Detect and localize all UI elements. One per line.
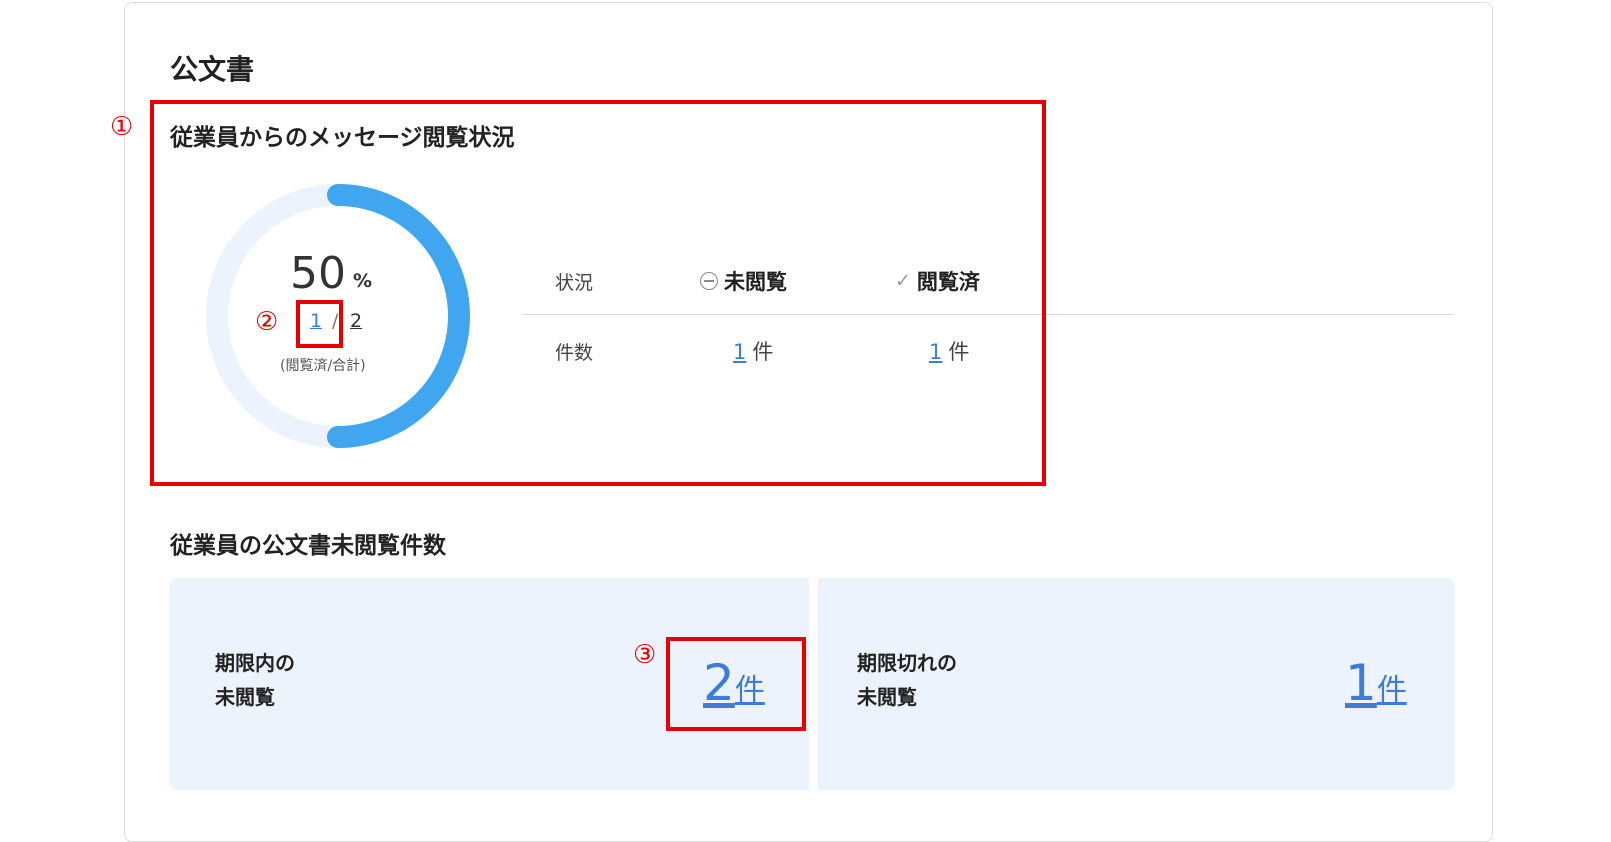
overdue-unit[interactable]: 件	[1377, 673, 1407, 708]
within-deadline-label: 期限内の 未閲覧	[215, 646, 295, 714]
within-deadline-label-line2: 未閲覧	[215, 685, 275, 709]
annotation-marker-3: ③	[633, 640, 657, 670]
overdue-count-link[interactable]: 1件	[1345, 654, 1407, 712]
overdue-label-line1: 期限切れの	[857, 651, 957, 675]
unread-docs-title: 従業員の公文書未閲覧件数	[170, 533, 446, 559]
page-title: 公文書	[170, 53, 255, 86]
overdue-count[interactable]: 1	[1345, 654, 1377, 712]
annotation-marker-1: ①	[110, 112, 134, 142]
annotation-marker-2: ②	[255, 307, 279, 337]
within-deadline-label-line1: 期限内の	[215, 651, 295, 675]
annotation-box-3	[666, 637, 806, 731]
overdue-label-line2: 未閲覧	[857, 685, 917, 709]
overdue-label: 期限切れの 未閲覧	[857, 646, 957, 714]
annotation-box-2	[296, 300, 343, 348]
annotation-box-1	[150, 100, 1046, 486]
